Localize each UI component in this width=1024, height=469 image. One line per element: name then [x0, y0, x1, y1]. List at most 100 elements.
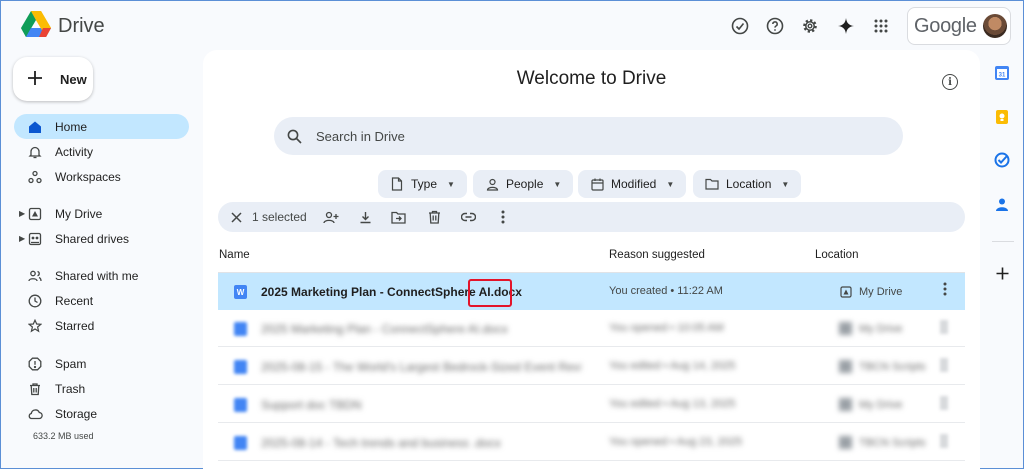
- word-doc-icon: W: [234, 285, 247, 299]
- google-wordmark: Google: [914, 15, 977, 37]
- contacts-app-icon[interactable]: [992, 194, 1012, 214]
- new-button[interactable]: New: [13, 57, 93, 101]
- copy-link-icon[interactable]: [460, 209, 476, 225]
- table-row[interactable]: Support doc TBDN You edited • Aug 13, 20…: [218, 386, 965, 423]
- sidebar-item-label: Trash: [55, 381, 86, 396]
- sidebar-item-label: Spam: [55, 356, 87, 371]
- reason-suggested: You edited • Aug 13, 2025: [609, 398, 736, 410]
- selection-toolbar: 1 selected: [218, 202, 965, 232]
- sidebar-item-starred[interactable]: Starred: [14, 313, 189, 338]
- top-bar: Drive Google: [1, 1, 1024, 51]
- sidebar-item-recent[interactable]: Recent: [14, 288, 189, 313]
- chevron-down-icon: ▼: [447, 179, 455, 189]
- table-row[interactable]: 2025-08-15 - The World's Largest Bedrock…: [218, 348, 965, 385]
- row-more-actions-icon[interactable]: [940, 320, 948, 334]
- file-icon: [390, 177, 404, 191]
- reason-suggested: You opened • Aug 23, 2025: [609, 436, 743, 448]
- row-more-actions-icon[interactable]: [938, 282, 952, 300]
- filter-type-label: Type: [411, 177, 438, 191]
- gemini-sparkle-icon[interactable]: [835, 15, 857, 37]
- download-icon[interactable]: [357, 209, 373, 225]
- person-icon: [485, 177, 499, 191]
- doc-icon: [234, 360, 247, 374]
- page-title: Welcome to Drive: [516, 68, 667, 89]
- table-row[interactable]: W 2025 Marketing Plan - ConnectSphere AI…: [218, 273, 965, 310]
- sidebar-item-workspaces[interactable]: Workspaces: [14, 164, 189, 189]
- filter-people-chip[interactable]: People ▼: [473, 170, 574, 198]
- file-location[interactable]: My Drive: [839, 398, 902, 411]
- bell-icon: [27, 144, 43, 160]
- chevron-down-icon: ▼: [666, 179, 675, 189]
- new-button-label: New: [60, 71, 87, 87]
- filter-modified-chip[interactable]: Modified ▼: [578, 170, 687, 198]
- filter-type-chip[interactable]: Type ▼: [378, 170, 467, 198]
- location-label: TBCN Scripts: [859, 360, 926, 373]
- reason-suggested: You opened • 10:05 AM: [609, 322, 724, 334]
- storage-used-text: 633.2 MB used: [33, 431, 94, 441]
- more-actions-icon[interactable]: [497, 209, 509, 225]
- column-header-location: Location: [815, 249, 859, 261]
- column-header-name[interactable]: Name: [219, 249, 250, 261]
- table-row[interactable]: 2025-08-14 - Tech trends and business .d…: [218, 424, 965, 461]
- search-input[interactable]: Search in Drive: [274, 117, 903, 155]
- offline-status-icon[interactable]: [729, 15, 751, 37]
- my-drive-icon: [839, 285, 852, 298]
- trash-icon[interactable]: [426, 209, 442, 225]
- account-button[interactable]: Google: [907, 7, 1011, 45]
- trash-icon: [27, 381, 43, 397]
- clock-icon: [27, 293, 43, 309]
- add-addon-plus-icon[interactable]: [992, 263, 1012, 283]
- move-to-folder-icon[interactable]: [390, 209, 406, 225]
- sidebar-item-label: Home: [55, 119, 88, 134]
- file-location[interactable]: My Drive: [839, 322, 902, 335]
- avatar[interactable]: [983, 14, 1007, 38]
- filter-location-label: Location: [726, 177, 772, 191]
- shared-drive-icon: [839, 436, 852, 449]
- shared-drive-icon: [839, 360, 852, 373]
- sidebar-item-label: Shared drives: [55, 231, 130, 246]
- drive-logo-icon[interactable]: [21, 11, 51, 39]
- file-location[interactable]: My Drive: [839, 285, 902, 298]
- expand-caret-icon[interactable]: ▶: [19, 209, 25, 218]
- search-icon: [287, 129, 302, 144]
- expand-caret-icon[interactable]: ▶: [19, 234, 25, 243]
- my-drive-icon: [27, 206, 43, 222]
- tasks-app-icon[interactable]: [992, 150, 1012, 170]
- sidebar-item-label: Activity: [55, 144, 94, 159]
- row-more-actions-icon[interactable]: [940, 396, 948, 410]
- filter-location-chip[interactable]: Location ▼: [693, 170, 802, 198]
- info-icon[interactable]: i: [942, 74, 958, 90]
- main-panel: Welcome to Drive i Search in Drive Type …: [203, 50, 980, 469]
- sidebar-item-trash[interactable]: Trash: [14, 376, 189, 401]
- sidebar-item-storage[interactable]: Storage: [14, 401, 189, 426]
- sidebar-item-shared-drives[interactable]: ▶ Shared drives: [14, 226, 189, 251]
- sidebar-item-shared-with-me[interactable]: Shared with me: [14, 263, 189, 288]
- calendar-app-icon[interactable]: 31: [992, 63, 1012, 83]
- keep-app-icon[interactable]: [992, 107, 1012, 127]
- sidebar-item-activity[interactable]: Activity: [14, 139, 189, 164]
- file-location[interactable]: TBCN Scripts: [839, 436, 926, 449]
- sidebar-item-my-drive[interactable]: ▶ My Drive: [14, 201, 189, 226]
- column-header-reason: Reason suggested: [609, 249, 705, 261]
- file-name: 2025-08-14 - Tech trends and business .d…: [261, 436, 501, 450]
- star-icon: [27, 318, 43, 334]
- row-more-actions-icon[interactable]: [940, 358, 948, 372]
- share-add-person-icon[interactable]: [323, 209, 339, 225]
- people-icon: [27, 268, 43, 284]
- row-more-actions-icon[interactable]: [940, 434, 948, 448]
- location-label: My Drive: [859, 285, 903, 298]
- home-icon: [27, 119, 43, 135]
- sidebar-item-label: Starred: [55, 318, 95, 333]
- settings-gear-icon[interactable]: [799, 15, 821, 37]
- table-row[interactable]: 2025 Marketing Plan - ConnectSphere AI.d…: [218, 310, 965, 347]
- sidebar-item-spam[interactable]: Spam: [14, 351, 189, 376]
- file-location[interactable]: TBCN Scripts: [839, 360, 926, 373]
- spam-icon: [27, 356, 43, 372]
- sidebar-item-home[interactable]: Home: [14, 114, 189, 139]
- apps-grid-icon[interactable]: [870, 15, 892, 37]
- help-icon[interactable]: [764, 15, 786, 37]
- app-brand[interactable]: Drive: [58, 15, 105, 38]
- annotation-highlight-box: [468, 279, 512, 307]
- clear-selection-close-icon[interactable]: [228, 209, 244, 225]
- doc-icon: [234, 322, 247, 336]
